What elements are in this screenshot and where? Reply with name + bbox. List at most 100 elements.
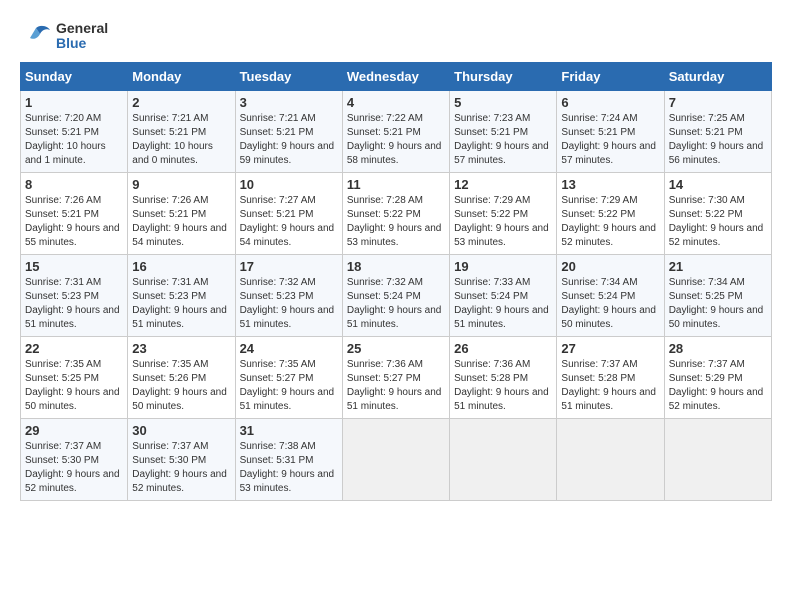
calendar-cell: 26 Sunrise: 7:36 AMSunset: 5:28 PMDaylig… [450, 337, 557, 419]
logo-blue: Blue [56, 36, 108, 51]
calendar-cell: 20 Sunrise: 7:34 AMSunset: 5:24 PMDaylig… [557, 255, 664, 337]
day-info: Sunrise: 7:35 AMSunset: 5:26 PMDaylight:… [132, 359, 227, 412]
logo-bird-icon [20, 20, 52, 52]
calendar-cell [557, 419, 664, 501]
calendar-cell: 13 Sunrise: 7:29 AMSunset: 5:22 PMDaylig… [557, 173, 664, 255]
calendar-cell: 9 Sunrise: 7:26 AMSunset: 5:21 PMDayligh… [128, 173, 235, 255]
day-number: 28 [669, 341, 767, 356]
calendar-cell: 16 Sunrise: 7:31 AMSunset: 5:23 PMDaylig… [128, 255, 235, 337]
logo: General Blue [20, 20, 108, 52]
day-number: 27 [561, 341, 659, 356]
day-number: 19 [454, 259, 552, 274]
calendar-cell: 19 Sunrise: 7:33 AMSunset: 5:24 PMDaylig… [450, 255, 557, 337]
weekday-header: Thursday [450, 63, 557, 91]
calendar-week-row: 15 Sunrise: 7:31 AMSunset: 5:23 PMDaylig… [21, 255, 772, 337]
day-info: Sunrise: 7:37 AMSunset: 5:28 PMDaylight:… [561, 359, 656, 412]
calendar-cell: 28 Sunrise: 7:37 AMSunset: 5:29 PMDaylig… [664, 337, 771, 419]
weekday-header: Saturday [664, 63, 771, 91]
calendar-week-row: 8 Sunrise: 7:26 AMSunset: 5:21 PMDayligh… [21, 173, 772, 255]
calendar-week-row: 1 Sunrise: 7:20 AMSunset: 5:21 PMDayligh… [21, 91, 772, 173]
day-number: 1 [25, 95, 123, 110]
calendar-cell: 17 Sunrise: 7:32 AMSunset: 5:23 PMDaylig… [235, 255, 342, 337]
calendar-cell: 18 Sunrise: 7:32 AMSunset: 5:24 PMDaylig… [342, 255, 449, 337]
day-number: 7 [669, 95, 767, 110]
day-info: Sunrise: 7:22 AMSunset: 5:21 PMDaylight:… [347, 113, 442, 166]
day-info: Sunrise: 7:34 AMSunset: 5:25 PMDaylight:… [669, 277, 764, 330]
day-number: 22 [25, 341, 123, 356]
header: General Blue [20, 20, 772, 52]
day-number: 6 [561, 95, 659, 110]
calendar-cell: 24 Sunrise: 7:35 AMSunset: 5:27 PMDaylig… [235, 337, 342, 419]
day-info: Sunrise: 7:36 AMSunset: 5:27 PMDaylight:… [347, 359, 442, 412]
day-info: Sunrise: 7:36 AMSunset: 5:28 PMDaylight:… [454, 359, 549, 412]
calendar-cell: 14 Sunrise: 7:30 AMSunset: 5:22 PMDaylig… [664, 173, 771, 255]
day-number: 2 [132, 95, 230, 110]
calendar-cell: 30 Sunrise: 7:37 AMSunset: 5:30 PMDaylig… [128, 419, 235, 501]
calendar-cell: 21 Sunrise: 7:34 AMSunset: 5:25 PMDaylig… [664, 255, 771, 337]
calendar-cell: 23 Sunrise: 7:35 AMSunset: 5:26 PMDaylig… [128, 337, 235, 419]
calendar-cell: 31 Sunrise: 7:38 AMSunset: 5:31 PMDaylig… [235, 419, 342, 501]
day-info: Sunrise: 7:28 AMSunset: 5:22 PMDaylight:… [347, 195, 442, 248]
calendar-cell: 3 Sunrise: 7:21 AMSunset: 5:21 PMDayligh… [235, 91, 342, 173]
day-number: 23 [132, 341, 230, 356]
calendar-cell: 11 Sunrise: 7:28 AMSunset: 5:22 PMDaylig… [342, 173, 449, 255]
calendar-header: SundayMondayTuesdayWednesdayThursdayFrid… [21, 63, 772, 91]
day-number: 31 [240, 423, 338, 438]
day-number: 26 [454, 341, 552, 356]
day-info: Sunrise: 7:34 AMSunset: 5:24 PMDaylight:… [561, 277, 656, 330]
day-number: 14 [669, 177, 767, 192]
day-number: 16 [132, 259, 230, 274]
day-number: 15 [25, 259, 123, 274]
day-info: Sunrise: 7:31 AMSunset: 5:23 PMDaylight:… [25, 277, 120, 330]
day-number: 8 [25, 177, 123, 192]
day-number: 10 [240, 177, 338, 192]
day-number: 25 [347, 341, 445, 356]
calendar-cell: 10 Sunrise: 7:27 AMSunset: 5:21 PMDaylig… [235, 173, 342, 255]
day-number: 13 [561, 177, 659, 192]
day-number: 29 [25, 423, 123, 438]
calendar-cell: 7 Sunrise: 7:25 AMSunset: 5:21 PMDayligh… [664, 91, 771, 173]
day-number: 24 [240, 341, 338, 356]
day-number: 17 [240, 259, 338, 274]
day-number: 30 [132, 423, 230, 438]
day-number: 20 [561, 259, 659, 274]
calendar-week-row: 29 Sunrise: 7:37 AMSunset: 5:30 PMDaylig… [21, 419, 772, 501]
calendar-cell: 29 Sunrise: 7:37 AMSunset: 5:30 PMDaylig… [21, 419, 128, 501]
day-info: Sunrise: 7:21 AMSunset: 5:21 PMDaylight:… [240, 113, 335, 166]
calendar-table: SundayMondayTuesdayWednesdayThursdayFrid… [20, 62, 772, 501]
day-number: 3 [240, 95, 338, 110]
weekday-header: Sunday [21, 63, 128, 91]
day-info: Sunrise: 7:24 AMSunset: 5:21 PMDaylight:… [561, 113, 656, 166]
calendar-cell: 6 Sunrise: 7:24 AMSunset: 5:21 PMDayligh… [557, 91, 664, 173]
day-number: 4 [347, 95, 445, 110]
day-info: Sunrise: 7:26 AMSunset: 5:21 PMDaylight:… [132, 195, 227, 248]
weekday-header: Wednesday [342, 63, 449, 91]
calendar-cell: 22 Sunrise: 7:35 AMSunset: 5:25 PMDaylig… [21, 337, 128, 419]
day-number: 11 [347, 177, 445, 192]
calendar-cell: 5 Sunrise: 7:23 AMSunset: 5:21 PMDayligh… [450, 91, 557, 173]
day-info: Sunrise: 7:32 AMSunset: 5:23 PMDaylight:… [240, 277, 335, 330]
day-info: Sunrise: 7:25 AMSunset: 5:21 PMDaylight:… [669, 113, 764, 166]
calendar-cell [450, 419, 557, 501]
day-info: Sunrise: 7:37 AMSunset: 5:29 PMDaylight:… [669, 359, 764, 412]
day-info: Sunrise: 7:31 AMSunset: 5:23 PMDaylight:… [132, 277, 227, 330]
day-number: 5 [454, 95, 552, 110]
calendar-cell: 1 Sunrise: 7:20 AMSunset: 5:21 PMDayligh… [21, 91, 128, 173]
day-number: 9 [132, 177, 230, 192]
calendar-cell: 2 Sunrise: 7:21 AMSunset: 5:21 PMDayligh… [128, 91, 235, 173]
day-info: Sunrise: 7:37 AMSunset: 5:30 PMDaylight:… [25, 441, 120, 494]
day-info: Sunrise: 7:29 AMSunset: 5:22 PMDaylight:… [561, 195, 656, 248]
calendar-cell: 8 Sunrise: 7:26 AMSunset: 5:21 PMDayligh… [21, 173, 128, 255]
weekday-header: Tuesday [235, 63, 342, 91]
day-info: Sunrise: 7:35 AMSunset: 5:25 PMDaylight:… [25, 359, 120, 412]
calendar-cell: 12 Sunrise: 7:29 AMSunset: 5:22 PMDaylig… [450, 173, 557, 255]
weekday-header: Friday [557, 63, 664, 91]
day-number: 21 [669, 259, 767, 274]
day-info: Sunrise: 7:30 AMSunset: 5:22 PMDaylight:… [669, 195, 764, 248]
logo-general: General [56, 21, 108, 36]
calendar-body: 1 Sunrise: 7:20 AMSunset: 5:21 PMDayligh… [21, 91, 772, 501]
day-info: Sunrise: 7:37 AMSunset: 5:30 PMDaylight:… [132, 441, 227, 494]
day-info: Sunrise: 7:23 AMSunset: 5:21 PMDaylight:… [454, 113, 549, 166]
day-info: Sunrise: 7:20 AMSunset: 5:21 PMDaylight:… [25, 113, 106, 166]
day-info: Sunrise: 7:38 AMSunset: 5:31 PMDaylight:… [240, 441, 335, 494]
